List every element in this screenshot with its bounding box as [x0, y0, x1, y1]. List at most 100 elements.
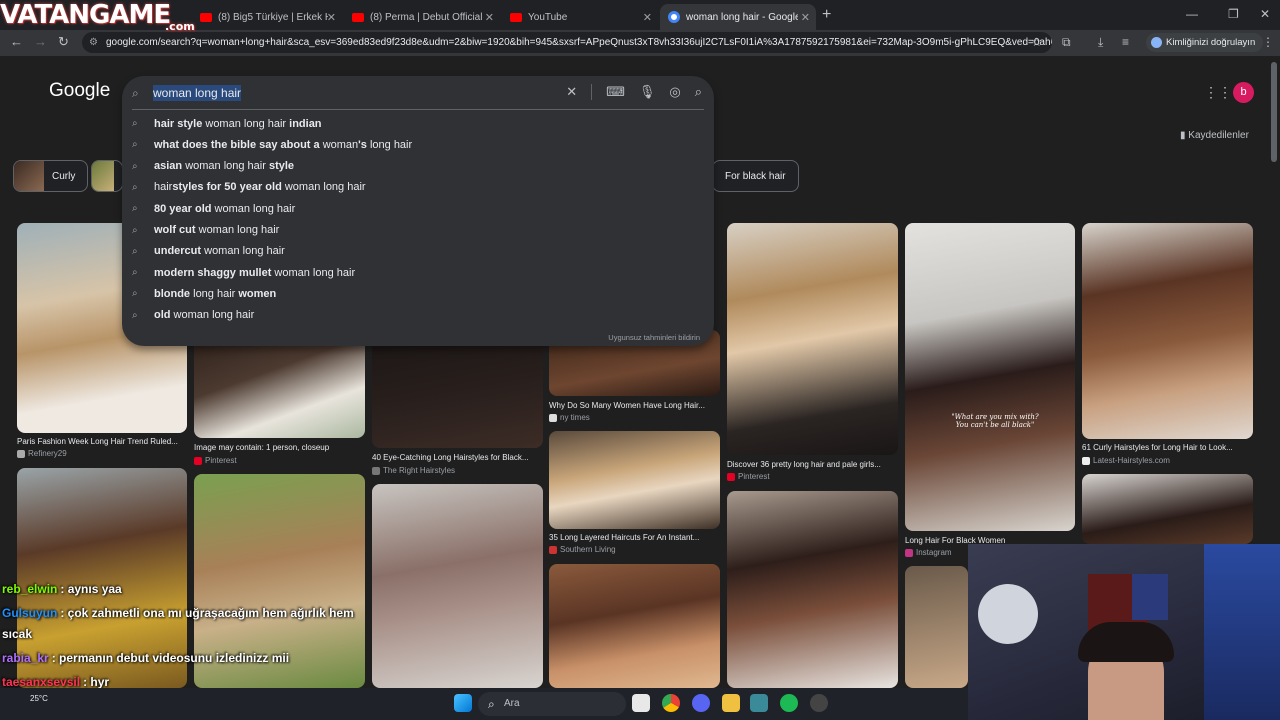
- google-logo[interactable]: Google: [49, 80, 110, 102]
- saved-link[interactable]: ▮ Kaydedilenler: [1180, 130, 1249, 141]
- keyboard-icon[interactable]: ⌨: [606, 84, 625, 100]
- suggestion-text-part: woman: [322, 138, 359, 151]
- search-input[interactable]: woman long hair: [153, 85, 242, 101]
- result-source[interactable]: Latest-Hairstyles.com: [1082, 456, 1170, 465]
- suggestion-item[interactable]: ⌕ old woman long hair: [132, 305, 254, 326]
- suggestion-item[interactable]: ⌕ undercut woman long hair: [132, 241, 285, 262]
- tab-perma[interactable]: (8) Perma | Debut Official Video ✕: [344, 4, 500, 30]
- lens-icon[interactable]: ◎: [669, 84, 680, 100]
- search-icon: ⌕: [132, 181, 138, 193]
- profile-verify-chip[interactable]: Kimliğinizi doğrulayın: [1146, 33, 1264, 52]
- search-icon: ⌕: [132, 203, 138, 215]
- suggestion-item[interactable]: ⌕ asian woman long hair style: [132, 156, 294, 177]
- result-image-6[interactable]: [727, 223, 898, 455]
- settings-icon[interactable]: [750, 694, 768, 712]
- result-source[interactable]: Pinterest: [727, 472, 770, 481]
- chat-username: taesanxsevsil: [2, 675, 81, 689]
- search-submit-icon[interactable]: ⌕: [695, 84, 702, 100]
- chip-thumbnail: [14, 161, 44, 191]
- result-source[interactable]: Southern Living: [549, 545, 616, 554]
- divider: [591, 84, 593, 100]
- suggestion-text-part: hair: [154, 181, 173, 194]
- suggestion-bold-part: modern shaggy mullet: [154, 266, 272, 279]
- discord-icon[interactable]: [692, 694, 710, 712]
- tab-youtube[interactable]: YouTube ✕: [502, 4, 658, 30]
- result-image-12[interactable]: [549, 564, 720, 688]
- profile-chip-label: Kimliğinizi doğrulayın: [1166, 37, 1256, 48]
- chip-partial[interactable]: [91, 160, 123, 192]
- suggestion-bold-part: style: [177, 117, 203, 130]
- menu-kebab-icon[interactable]: ⋮: [1262, 35, 1274, 49]
- chat-message: rabia_kr: permanın debut videosunu izled…: [2, 651, 289, 665]
- report-predictions-link[interactable]: Uygunsuz tahminleri bildirin: [608, 333, 700, 342]
- spotify-icon[interactable]: [780, 694, 798, 712]
- suggestion-text-part: woman long hair: [201, 245, 285, 258]
- result-source[interactable]: ny times: [549, 413, 590, 422]
- result-caption[interactable]: 35 Long Layered Haircuts For An Instant.…: [549, 533, 720, 542]
- result-image-8[interactable]: [1082, 223, 1253, 439]
- chip-for-black-hair[interactable]: For black hair: [712, 160, 799, 192]
- suggestion-item[interactable]: ⌕ 80 year old woman long hair: [132, 198, 295, 219]
- media-control-icon[interactable]: ≡: [1122, 35, 1129, 49]
- suggestion-item[interactable]: ⌕ blonde long hair women: [132, 283, 276, 304]
- reload-icon[interactable]: ↻: [58, 34, 69, 50]
- extensions-icon[interactable]: ⧉: [1062, 35, 1071, 50]
- new-tab-icon[interactable]: +: [822, 6, 831, 24]
- suggestion-item[interactable]: ⌕ modern shaggy mullet woman long hair: [132, 262, 355, 283]
- chrome-icon[interactable]: [662, 694, 680, 712]
- result-caption[interactable]: Paris Fashion Week Long Hair Trend Ruled…: [17, 437, 187, 446]
- result-image-11[interactable]: [372, 484, 543, 688]
- file-explorer-icon[interactable]: [722, 694, 740, 712]
- result-caption[interactable]: 40 Eye-Catching Long Hairstyles for Blac…: [372, 453, 543, 462]
- result-image-14[interactable]: [905, 566, 968, 688]
- result-image-2[interactable]: [194, 330, 365, 438]
- result-image-13[interactable]: [727, 491, 898, 688]
- close-icon[interactable]: ✕: [801, 11, 810, 24]
- microphone-icon[interactable]: 🎙: [639, 84, 656, 100]
- result-caption[interactable]: 61 Curly Hairstyles for Long Hair to Loo…: [1082, 443, 1253, 452]
- suggestion-item[interactable]: ⌕ hairstyles for 50 year old woman long h…: [132, 177, 366, 198]
- windows-start-icon[interactable]: [454, 694, 472, 712]
- result-caption[interactable]: Image may contain: 1 person, closeup: [194, 443, 365, 452]
- maximize-icon[interactable]: ❐: [1228, 7, 1239, 21]
- bookmark-star-icon[interactable]: ☆: [1031, 32, 1042, 53]
- suggestion-item[interactable]: ⌕ wolf cut woman long hair: [132, 220, 279, 241]
- clear-icon[interactable]: ✕: [566, 84, 577, 100]
- result-source[interactable]: Pinterest: [194, 456, 237, 465]
- result-source[interactable]: The Right Hairstyles: [372, 466, 455, 475]
- tab-google-search[interactable]: woman long hair - Google'da Ara ✕: [660, 4, 816, 30]
- suggestion-item[interactable]: ⌕ hair style woman long hair indian: [132, 113, 322, 134]
- close-icon[interactable]: ✕: [327, 11, 336, 24]
- result-caption[interactable]: Discover 36 pretty long hair and pale gi…: [727, 460, 898, 469]
- result-source[interactable]: Refinery29: [17, 449, 67, 458]
- result-caption[interactable]: Why Do So Many Women Have Long Hair...: [549, 401, 720, 410]
- forward-icon[interactable]: →: [34, 34, 47, 49]
- result-image-7[interactable]: "What are you mix with? You can't be all…: [905, 223, 1075, 531]
- result-source[interactable]: Instagram: [905, 548, 952, 557]
- close-icon[interactable]: ✕: [643, 11, 652, 24]
- address-bar[interactable]: ⚙ google.com/search?q=woman+long+hair&sc…: [82, 32, 1052, 53]
- page-scrollbar[interactable]: [1271, 62, 1277, 162]
- taskbar-search[interactable]: Ara: [478, 692, 626, 716]
- chip-curly[interactable]: Curly: [13, 160, 89, 192]
- suggestion-text: old woman long hair: [154, 309, 254, 321]
- back-icon[interactable]: ←: [10, 34, 23, 49]
- suggestion-item[interactable]: ⌕ what does the bible say about a woman's…: [132, 134, 412, 155]
- avatar[interactable]: b: [1233, 82, 1254, 103]
- suggestion-text-part: woman long hair: [195, 224, 280, 236]
- suggestion-bold-part: wolf cut: [154, 224, 196, 236]
- suggestion-text-part: woman long hair: [185, 160, 269, 173]
- close-window-icon[interactable]: ✕: [1260, 7, 1270, 21]
- minimize-icon[interactable]: —: [1186, 7, 1198, 21]
- close-icon[interactable]: ✕: [485, 11, 494, 24]
- tab-big5[interactable]: (8) Big5 Türkiye | Erkek Hazırlık ✕: [192, 4, 342, 30]
- obs-icon[interactable]: [810, 694, 828, 712]
- result-image-15[interactable]: [1082, 474, 1253, 544]
- result-image-3[interactable]: [372, 330, 543, 448]
- search-icon: ⌕: [132, 160, 138, 172]
- result-image-5[interactable]: [549, 431, 720, 529]
- suggestion-bold-part: blonde: [154, 287, 191, 300]
- task-view-icon[interactable]: [632, 694, 650, 712]
- download-icon[interactable]: ⤓: [1098, 35, 1103, 50]
- weather-widget[interactable]: 25°C: [30, 694, 48, 703]
